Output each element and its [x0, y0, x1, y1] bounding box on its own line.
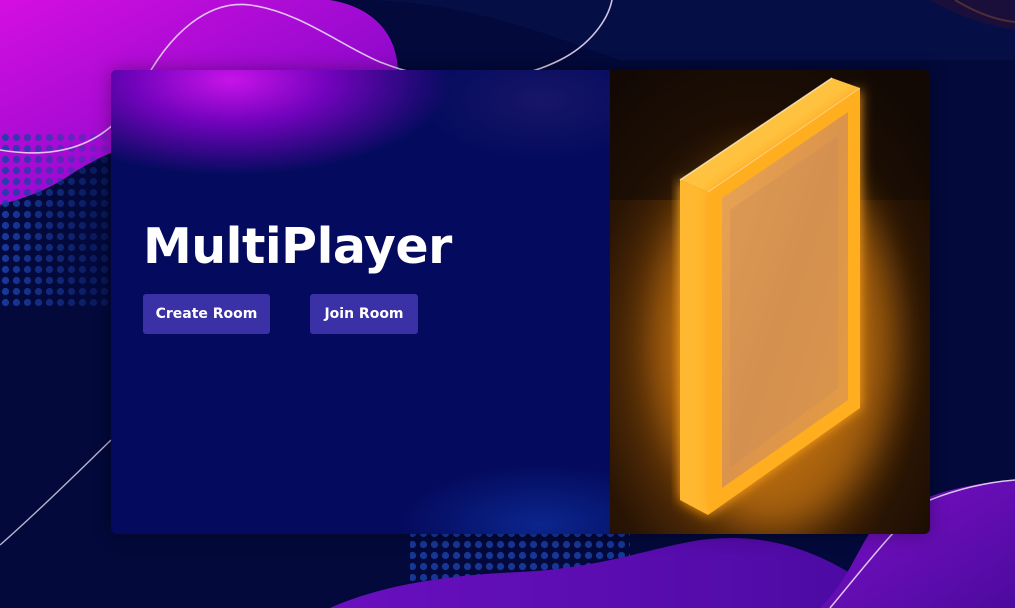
page-title: MultiPlayer: [143, 218, 452, 275]
card-content-panel: MultiPlayer Create Room Join Room: [111, 70, 610, 534]
page-background: MultiPlayer Create Room Join Room: [0, 0, 1015, 608]
glowing-portal-image: [610, 70, 930, 534]
portal-illustration: [610, 70, 930, 534]
join-room-button[interactable]: Join Room: [310, 294, 418, 334]
multiplayer-card: MultiPlayer Create Room Join Room: [111, 70, 930, 534]
create-room-button[interactable]: Create Room: [143, 294, 270, 334]
